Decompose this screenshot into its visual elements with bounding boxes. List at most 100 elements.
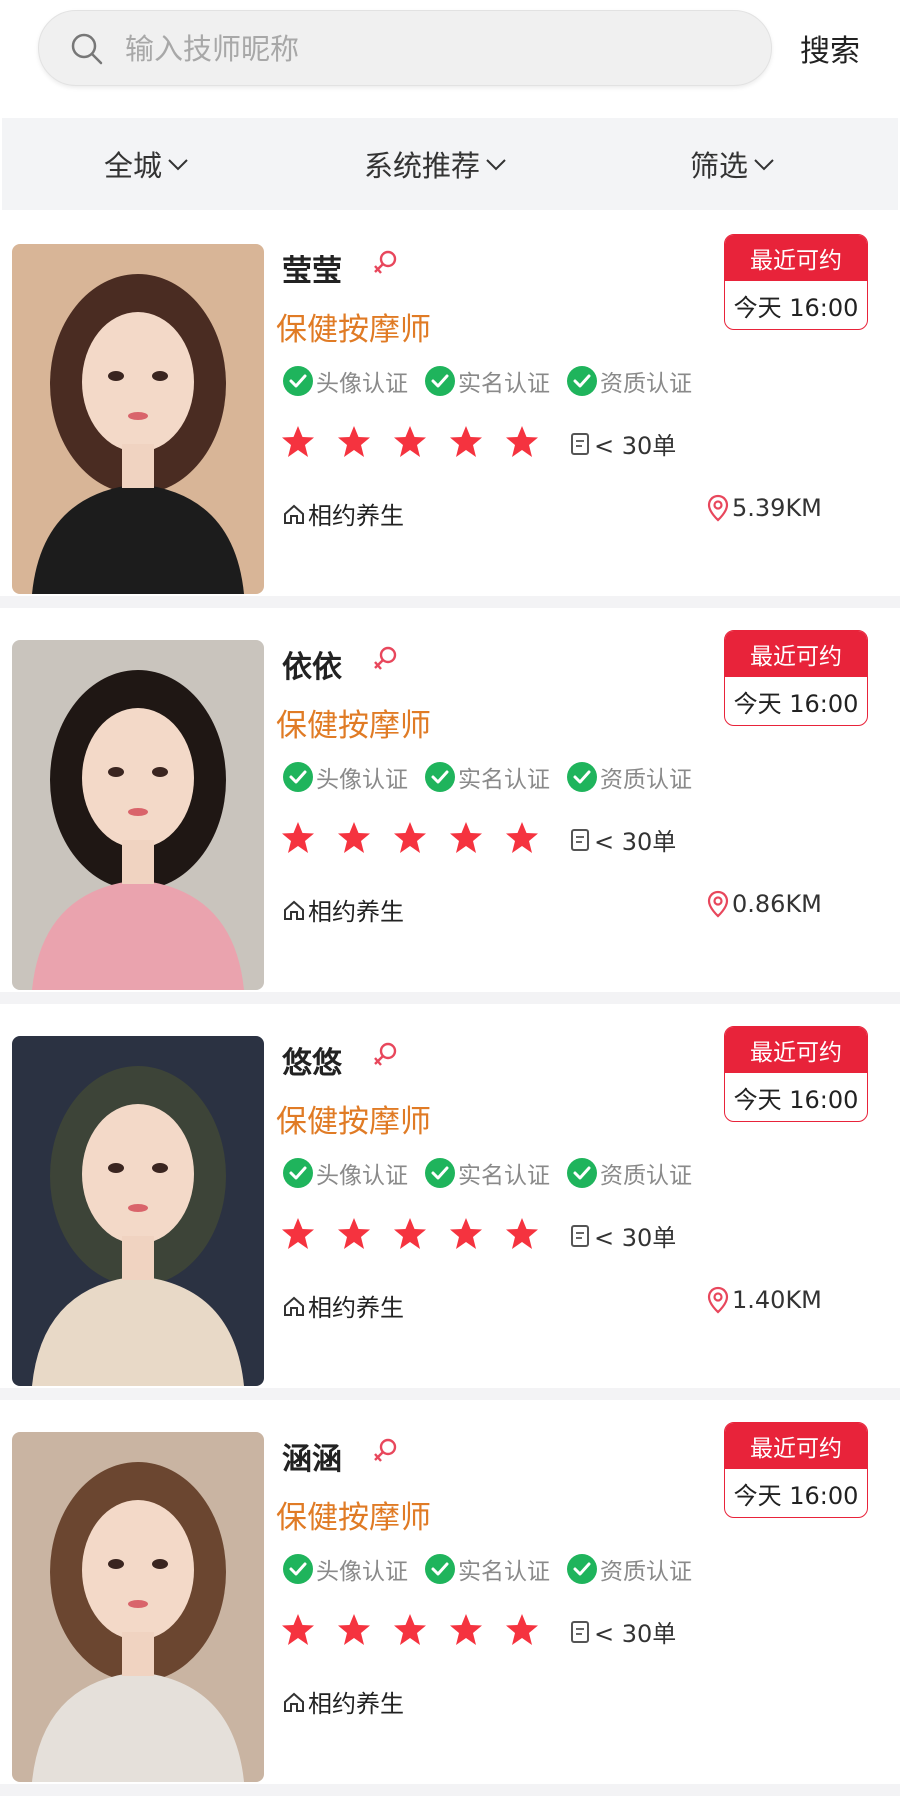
- star-icon: [282, 822, 314, 853]
- filter-area-label: 全城: [104, 149, 163, 183]
- technician-name: 莹莹: [282, 254, 342, 289]
- verification-badge-label: 资质认证: [600, 767, 692, 793]
- portrait-image: [12, 244, 264, 594]
- location-pin-icon: [707, 1286, 729, 1314]
- verification-badge-label: 头像认证: [316, 371, 408, 397]
- availability-box[interactable]: 最近可约 今天 16:00: [724, 1422, 868, 1518]
- house-icon: [284, 504, 304, 524]
- filter-area-dropdown[interactable]: 全城: [104, 140, 190, 188]
- star-icon: [450, 1614, 482, 1645]
- availability-label: 最近可约: [725, 1027, 867, 1073]
- female-icon: [374, 250, 397, 274]
- availability-label: 最近可约: [725, 631, 867, 677]
- verification-badge-label: 实名认证: [458, 1163, 550, 1189]
- technician-role: 保健按摩师: [276, 1104, 431, 1140]
- technician-card[interactable]: 莹莹 保健按摩师 头像认证 实名认证 资质认证 < 30单 相约养生 5.39K…: [0, 212, 900, 608]
- check-circle-icon: [567, 366, 597, 396]
- verification-badge: 实名认证: [424, 1552, 550, 1586]
- shop-name: 相约养生: [282, 1288, 404, 1323]
- technician-card[interactable]: 悠悠 保健按摩师 头像认证 实名认证 资质认证 < 30单 相约养生 1.40K…: [0, 1004, 900, 1400]
- check-circle-icon: [567, 1158, 597, 1188]
- location-pin-icon: [707, 890, 729, 918]
- rating-stars: [280, 424, 540, 460]
- shop-name: 相约养生: [282, 892, 404, 927]
- order-count-label: < 30单: [594, 1620, 677, 1648]
- technician-photo[interactable]: [12, 640, 264, 990]
- availability-box[interactable]: 最近可约 今天 16:00: [724, 630, 868, 726]
- verification-badge: 实名认证: [424, 1156, 550, 1190]
- technician-photo[interactable]: [12, 1432, 264, 1782]
- availability-box[interactable]: 最近可约 今天 16:00: [724, 234, 868, 330]
- order-count: < 30单: [570, 822, 676, 857]
- verification-badge-label: 资质认证: [600, 1163, 692, 1189]
- technician-role: 保健按摩师: [276, 708, 431, 744]
- chevron-down-icon: [168, 159, 188, 171]
- verification-badge: 资质认证: [566, 1156, 692, 1190]
- star-icon: [338, 426, 370, 457]
- verification-badge: 资质认证: [566, 760, 692, 794]
- availability-label: 最近可约: [725, 1423, 867, 1469]
- check-circle-icon: [567, 1554, 597, 1584]
- check-circle-icon: [283, 1158, 313, 1188]
- verification-badge-label: 资质认证: [600, 1559, 692, 1585]
- filter-bar: 全城 系统推荐 筛选: [2, 118, 898, 210]
- verification-badge-label: 头像认证: [316, 1559, 408, 1585]
- verification-badge: 头像认证: [282, 364, 408, 398]
- check-circle-icon: [425, 1554, 455, 1584]
- check-circle-icon: [283, 762, 313, 792]
- filter-sort-label: 系统推荐: [364, 149, 481, 183]
- verification-badges: 头像认证 实名认证 资质认证: [282, 760, 692, 794]
- verification-badge: 头像认证: [282, 1156, 408, 1190]
- filter-screen-label: 筛选: [690, 149, 749, 183]
- distance-label: 0.86KM: [732, 890, 822, 918]
- star-icon: [506, 1614, 538, 1645]
- technician-photo[interactable]: [12, 1036, 264, 1386]
- technician-card[interactable]: 涵涵 保健按摩师 头像认证 实名认证 资质认证 < 30单 相约养生 最近可约 …: [0, 1400, 900, 1796]
- technician-card[interactable]: 依依 保健按摩师 头像认证 实名认证 资质认证 < 30单 相约养生 0.86K…: [0, 608, 900, 1004]
- verification-badge: 头像认证: [282, 760, 408, 794]
- document-icon: [571, 1620, 589, 1643]
- availability-time: 今天 16:00: [733, 293, 859, 322]
- distance: 0.86KM: [706, 890, 822, 918]
- technician-photo[interactable]: [12, 244, 264, 594]
- verification-badge-label: 实名认证: [458, 1559, 550, 1585]
- technician-name: 悠悠: [282, 1046, 342, 1081]
- verification-badge: 资质认证: [566, 364, 692, 398]
- document-icon: [571, 828, 589, 851]
- verification-badge: 实名认证: [424, 364, 550, 398]
- verification-badge: 资质认证: [566, 1552, 692, 1586]
- technician-role: 保健按摩师: [276, 312, 431, 348]
- check-circle-icon: [283, 366, 313, 396]
- availability-label: 最近可约: [725, 235, 867, 281]
- availability-time: 今天 16:00: [733, 1481, 859, 1510]
- verification-badge-label: 实名认证: [458, 767, 550, 793]
- document-icon: [571, 1224, 589, 1247]
- technician-name: 依依: [282, 650, 342, 685]
- distance: 1.40KM: [706, 1286, 822, 1314]
- availability-box[interactable]: 最近可约 今天 16:00: [724, 1026, 868, 1122]
- distance-label: 1.40KM: [732, 1286, 822, 1314]
- shop-label: 相约养生: [308, 898, 404, 926]
- filter-sort-dropdown[interactable]: 系统推荐: [364, 140, 508, 188]
- search-button[interactable]: 搜索: [790, 22, 870, 74]
- search-box[interactable]: [38, 10, 772, 86]
- verification-badges: 头像认证 实名认证 资质认证: [282, 1156, 692, 1190]
- portrait-image: [12, 1432, 264, 1782]
- chevron-down-icon: [754, 159, 774, 171]
- distance-label: 5.39KM: [732, 494, 822, 522]
- star-icon: [282, 1218, 314, 1249]
- distance: 5.39KM: [706, 494, 822, 522]
- star-icon: [282, 1614, 314, 1645]
- verification-badge-label: 头像认证: [316, 767, 408, 793]
- order-count-label: < 30单: [594, 432, 677, 460]
- star-icon: [506, 426, 538, 457]
- availability-time: 今天 16:00: [733, 689, 859, 718]
- star-icon: [450, 426, 482, 457]
- search-input[interactable]: [125, 23, 725, 75]
- order-count: < 30单: [570, 1218, 676, 1253]
- female-icon: [374, 646, 397, 670]
- star-icon: [338, 1218, 370, 1249]
- shop-label: 相约养生: [308, 1294, 404, 1322]
- technician-role: 保健按摩师: [276, 1500, 431, 1536]
- filter-screen-dropdown[interactable]: 筛选: [690, 140, 776, 188]
